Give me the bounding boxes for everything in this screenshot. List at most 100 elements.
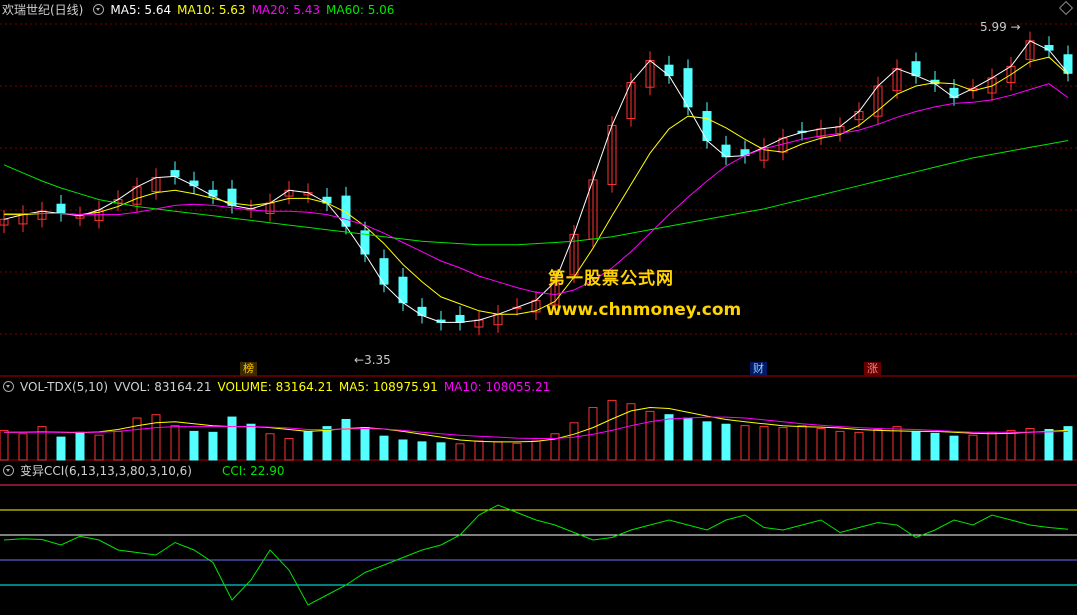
volume-bar [436,442,446,461]
volume-bar [930,432,940,461]
cci-value: CCI: 22.90 [221,464,285,478]
volume-bar [987,431,997,461]
cci-line [3,504,1069,606]
volume-bar [189,430,199,461]
candle-body [56,203,66,214]
moving-average-lines [3,40,1069,323]
volume-bar [94,434,104,461]
volume-bar [227,416,237,461]
volume-bar [778,427,788,461]
candle-body [1044,44,1054,51]
volume-bar [18,433,28,461]
volume-bar [284,438,294,461]
volume-bar [208,431,218,461]
low-price-label: ←3.35 [354,353,391,367]
candle-body [911,61,921,77]
volume-bar [303,430,313,461]
volume-bar [341,418,351,461]
volume-bar [854,431,864,461]
volume-menu-icon[interactable] [3,381,14,392]
cci-indicator-name: 变异CCI(6,13,13,3,80,3,10,6) [20,464,192,478]
volume-bar [1044,428,1054,461]
vol-ma5-value: MA5: 108975.91 [338,380,438,394]
vol-ma-line-ma5 [4,406,1069,443]
volume-bar [645,410,655,461]
ma-line-ma20 [4,83,1069,296]
volume-ma-lines [4,406,1069,443]
volume-bar [721,423,731,461]
candle-body [208,189,218,197]
volume-bar [797,425,807,461]
volume-bar [151,414,161,461]
ma5-value: MA5: 5.64 [110,3,172,17]
volume-bar [759,426,769,461]
volume-bar [949,435,959,461]
volume-bar [683,417,693,461]
volume-bar [816,428,826,461]
candle-body [398,276,408,304]
cci-panel [0,484,1077,606]
stock-chart[interactable] [0,0,1077,615]
volume-bar [398,439,408,461]
vvol-value: VVOL: 83164.21 [114,380,212,394]
candle-body [189,180,199,187]
cci-menu-icon[interactable] [3,465,14,476]
candlesticks [0,31,1073,336]
volume-bar [892,426,902,461]
volume-bar [531,440,541,461]
volume-bar [170,425,180,461]
volume-bar [835,430,845,461]
watermark-url[interactable]: www.chnmoney.com [546,300,741,320]
badge-bang[interactable]: 榜 [240,362,257,376]
volume-bars [0,399,1073,461]
candle-body [417,306,427,316]
volume-bar [740,425,750,461]
volume-bar [246,423,256,461]
volume-bar [911,430,921,461]
candle-body [721,144,731,158]
volume-bar [512,442,522,461]
vol-indicator-name: VOL-TDX(5,10) [20,380,109,394]
high-price-label: 5.99 → [980,20,1021,34]
volume-bar [968,434,978,461]
watermark-title: 第一股票公式网 [548,269,674,289]
volume-bar [360,427,370,461]
ma10-value: MA10: 5.63 [177,3,246,17]
volume-bar [550,433,560,461]
volume-bar [322,426,332,461]
volume-legend: VOL-TDX(5,10) VVOL: 83164.21 VOLUME: 83164… [0,378,556,396]
volume-bar [417,441,427,461]
volume-bar [132,417,142,461]
ma20-value: MA20: 5.43 [251,3,320,17]
volume-bar [493,441,503,461]
volume-bar [664,414,674,461]
badge-cai[interactable]: 财 [750,362,767,376]
indicator-menu-icon[interactable] [93,4,105,15]
candle-body [455,314,465,323]
volume-bar [56,436,66,461]
volume-bar [873,428,883,461]
volume-bar [569,422,579,461]
volume-bar [75,431,85,461]
vol-ma10-value: MA10: 108055.21 [443,380,551,394]
ma-line-ma60 [3,140,1069,246]
badge-zhang[interactable]: 涨 [864,362,881,376]
volume-bar [474,440,484,461]
volume-bar [702,421,712,461]
volume-value: VOLUME: 83164.21 [217,380,333,394]
candle-body [664,64,674,77]
volume-bar [1025,428,1035,461]
stock-name: 欢瑞世纪(日线) [2,3,84,17]
cci-legend: 变异CCI(6,13,13,3,80,3,10,6) CCI: 22.90 [0,462,291,480]
candle-body [170,170,180,177]
volume-bar [379,435,389,461]
volume-bar [1006,429,1016,461]
volume-bar [455,443,465,461]
volume-bar [0,429,9,461]
volume-bar [265,433,275,461]
vol-ma-line-ma10 [4,416,1069,439]
volume-bar [113,430,123,461]
ma60-value: MA60: 5.06 [326,3,395,17]
ma-line-ma5 [3,40,1069,323]
ma-line-ma10 [4,56,1069,315]
